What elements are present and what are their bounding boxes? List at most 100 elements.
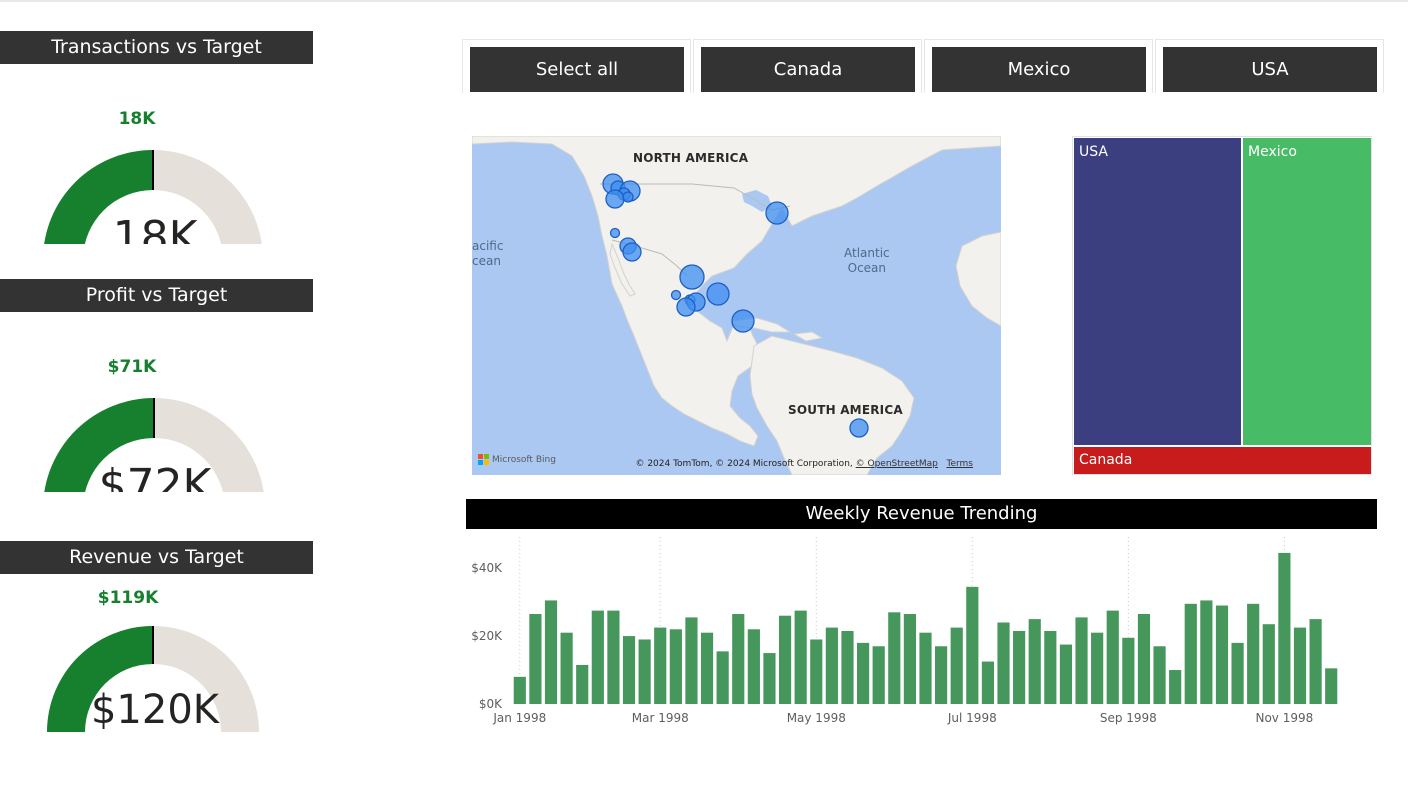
bar[interactable] (1122, 637, 1135, 704)
map-bubble[interactable] (849, 418, 869, 438)
bar[interactable] (638, 639, 651, 704)
slicer-mexico-button[interactable]: Mexico (932, 47, 1146, 92)
kpi-card-revenue[interactable]: Revenue vs Target $119K $120K (0, 541, 313, 741)
treemap-tile-usa[interactable]: USA (1074, 138, 1241, 445)
slicer-select-all-button[interactable]: Select all (470, 47, 684, 92)
map-bubble[interactable] (622, 242, 642, 262)
bar[interactable] (763, 653, 776, 704)
terms-link[interactable]: Terms (946, 459, 973, 469)
bar[interactable] (981, 661, 995, 704)
microsoft-logo-icon (478, 454, 489, 465)
bar[interactable] (1231, 642, 1244, 704)
gauge-transactions: 18K 18K (44, 109, 262, 244)
bar[interactable] (1153, 646, 1166, 704)
bar[interactable] (513, 676, 526, 704)
bar[interactable] (654, 627, 667, 704)
gauge-revenue: $119K $120K (47, 588, 259, 733)
bar[interactable] (1215, 605, 1229, 704)
bar[interactable] (1309, 619, 1322, 704)
bar[interactable] (591, 610, 604, 704)
bar[interactable] (1262, 624, 1275, 704)
bar[interactable] (1044, 630, 1057, 704)
weekly-revenue-chart[interactable]: $0K $20K $40K Jan 1998 Mar 1998 May 1998 Jul 1… (466, 533, 1377, 733)
bar[interactable] (685, 617, 698, 704)
treemap-tile-mexico[interactable]: Mexico (1243, 138, 1371, 445)
map-label-pacific-line2: cean (472, 254, 501, 268)
bar[interactable] (1137, 614, 1151, 704)
map-label-atlantic-line2: Ocean (847, 261, 887, 275)
y-tick-label: $40K (471, 561, 503, 575)
map-attribution-text: © 2024 TomTom, © 2024 Microsoft Corporat… (635, 459, 853, 469)
treemap-tile-canada[interactable]: Canada (1074, 447, 1371, 474)
chart-title: Weekly Revenue Trending (466, 499, 1377, 529)
bar[interactable] (1091, 632, 1104, 704)
map-bubble[interactable] (765, 201, 789, 225)
kpi-card-transactions[interactable]: Transactions vs Target 18K 18K (0, 31, 313, 244)
x-tick-label: Jul 1998 (947, 711, 997, 725)
bar[interactable] (1200, 600, 1213, 704)
bar[interactable] (700, 632, 714, 704)
bar[interactable] (919, 632, 932, 704)
map-bubble[interactable] (609, 227, 621, 239)
bar[interactable] (1028, 619, 1041, 704)
bar[interactable] (1075, 617, 1088, 704)
land-north-america (472, 136, 1001, 447)
bar[interactable] (1059, 644, 1073, 704)
bar[interactable] (1184, 603, 1197, 704)
bar[interactable] (732, 614, 745, 704)
openstreetmap-link[interactable]: © OpenStreetMap (856, 459, 938, 469)
map-bubble[interactable] (731, 309, 755, 333)
bar[interactable] (888, 612, 901, 704)
bar[interactable] (747, 629, 760, 704)
top-border-line (0, 0, 1408, 2)
slicer-canada-button[interactable]: Canada (701, 47, 915, 92)
bar[interactable] (1013, 630, 1026, 704)
bar[interactable] (716, 651, 729, 704)
sales-map[interactable]: NORTH AMERICA SOUTH AMERICA acific cean … (472, 136, 1001, 475)
map-label-south-america: SOUTH AMERICA (788, 403, 903, 417)
bar[interactable] (529, 614, 542, 704)
bar[interactable] (794, 610, 807, 704)
treemap-label: Mexico (1248, 144, 1297, 160)
bar[interactable] (903, 614, 916, 704)
bar[interactable] (872, 646, 885, 704)
map-canvas[interactable] (472, 136, 1001, 475)
map-bubble[interactable] (679, 264, 705, 290)
bar[interactable] (778, 615, 792, 704)
bar[interactable] (1247, 603, 1260, 704)
bar[interactable] (856, 642, 870, 704)
map-bubble[interactable] (670, 289, 682, 301)
bar[interactable] (1169, 670, 1182, 704)
bar[interactable] (669, 629, 682, 704)
kpi-card-profit[interactable]: Profit vs Target $71K $72K (0, 279, 313, 492)
bar[interactable] (622, 636, 636, 704)
map-bubble[interactable] (622, 191, 634, 203)
slicer-usa-button[interactable]: USA (1163, 47, 1377, 92)
bar[interactable] (950, 627, 963, 704)
map-label-north-america: NORTH AMERICA (633, 151, 749, 165)
bar[interactable] (841, 630, 854, 704)
bar[interactable] (997, 622, 1010, 705)
bar[interactable] (544, 600, 558, 704)
slicer-cell: Canada (693, 39, 922, 93)
map-label-atlantic: Atlantic Ocean (844, 246, 890, 276)
map-bubble[interactable] (676, 297, 696, 317)
bing-label: Microsoft Bing (492, 454, 556, 465)
bar[interactable] (607, 610, 620, 704)
bar[interactable] (1278, 552, 1291, 704)
land-hispaniola (792, 331, 824, 342)
x-tick-label: May 1998 (787, 711, 846, 725)
bar[interactable] (576, 664, 589, 704)
bar[interactable] (810, 639, 823, 704)
bar[interactable] (1293, 627, 1307, 704)
bar[interactable] (1106, 610, 1119, 704)
bar[interactable] (966, 586, 979, 704)
map-bubble[interactable] (605, 189, 625, 209)
land-europe-fringe (955, 231, 1001, 327)
bar[interactable] (1325, 668, 1338, 704)
map-bubble[interactable] (706, 282, 730, 306)
bar[interactable] (560, 632, 573, 704)
gauge-value-label: $72K (99, 460, 213, 492)
bar[interactable] (825, 627, 838, 704)
bar[interactable] (935, 646, 948, 704)
